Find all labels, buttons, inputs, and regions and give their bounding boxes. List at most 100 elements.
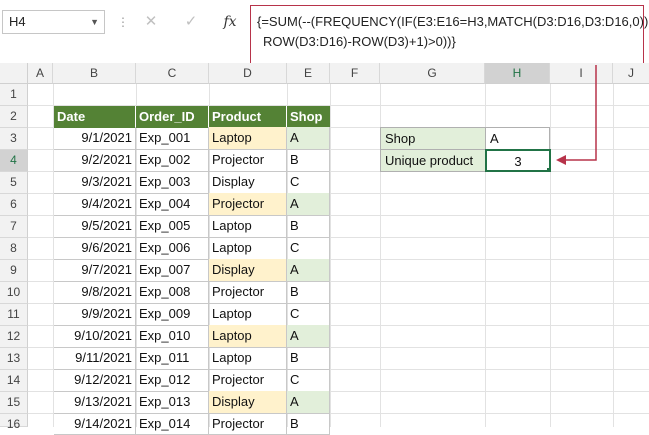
table-cell-product[interactable]: Display [209,171,287,194]
column-header-b[interactable]: B [53,63,136,84]
table-cell-date[interactable]: 9/10/2021 [54,325,136,348]
formula-input[interactable]: {=SUM(--(FREQUENCY(IF(E3:E16=H3,MATCH(D3… [250,5,649,65]
table-cell-shop[interactable]: A [287,259,330,282]
table-cell-id[interactable]: Exp_009 [136,303,209,326]
table-cell-shop[interactable]: A [287,127,330,150]
table-cell-id[interactable]: Exp_010 [136,325,209,348]
column-header-g[interactable]: G [380,63,485,84]
unique-product-value-cell[interactable]: 3 [485,149,551,172]
table-cell-shop[interactable]: C [287,237,330,260]
table-cell-shop[interactable]: B [287,215,330,238]
table-cell-date[interactable]: 9/12/2021 [54,369,136,392]
row-header-12[interactable]: 12 [0,326,28,348]
column-header-j[interactable]: J [613,63,649,84]
table-cell-id[interactable]: Exp_005 [136,215,209,238]
row-header-2[interactable]: 2 [0,106,28,128]
row-header-11[interactable]: 11 [0,304,28,326]
table-cell-shop[interactable]: C [287,369,330,392]
table-cell-date[interactable]: 9/6/2021 [54,237,136,260]
header-order-id[interactable]: Order_ID [136,106,209,128]
insert-function-icon[interactable]: fx [220,12,240,32]
table-cell-product[interactable]: Laptop [209,347,287,370]
table-cell-product[interactable]: Projector [209,281,287,304]
table-cell-shop[interactable]: C [287,171,330,194]
table-cell-product[interactable]: Laptop [209,325,287,348]
row-header-7[interactable]: 7 [0,216,28,238]
column-header-f[interactable]: F [330,63,380,84]
chevron-down-icon[interactable]: ▼ [90,11,99,33]
header-shop[interactable]: Shop [287,106,330,128]
select-all-corner[interactable] [0,63,28,84]
table-cell-shop[interactable]: B [287,413,330,435]
name-box[interactable]: H4 ▼ [2,10,105,34]
column-header-e[interactable]: E [287,63,330,84]
table-cell-shop[interactable]: A [287,325,330,348]
table-cell-product[interactable]: Projector [209,149,287,172]
row-header-16[interactable]: 16 [0,414,28,431]
table-cell-date[interactable]: 9/14/2021 [54,413,136,435]
table-cell-shop[interactable]: B [287,149,330,172]
formula-bar: H4 ▼ ⋮ ✕ ✓ fx {=SUM(--(FREQUENCY(IF(E3:E… [0,0,649,70]
table-cell-id[interactable]: Exp_001 [136,127,209,150]
table-cell-id[interactable]: Exp_011 [136,347,209,370]
table-cell-shop[interactable]: A [287,193,330,216]
row-header-4[interactable]: 4 [0,150,28,172]
formula-line-1: {=SUM(--(FREQUENCY(IF(E3:E16=H3,MATCH(D3… [257,14,649,29]
row-header-10[interactable]: 10 [0,282,28,304]
table-cell-date[interactable]: 9/11/2021 [54,347,136,370]
table-cell-shop[interactable]: B [287,281,330,304]
row-header-1[interactable]: 1 [0,84,28,106]
table-cell-date[interactable]: 9/2/2021 [54,149,136,172]
table-cell-date[interactable]: 9/5/2021 [54,215,136,238]
table-cell-shop[interactable]: B [287,347,330,370]
table-cell-date[interactable]: 9/3/2021 [54,171,136,194]
shop-label[interactable]: Shop [380,127,486,150]
row-header-8[interactable]: 8 [0,238,28,260]
table-cell-date[interactable]: 9/1/2021 [54,127,136,150]
row-header-9[interactable]: 9 [0,260,28,282]
row-header-15[interactable]: 15 [0,392,28,414]
table-cell-id[interactable]: Exp_006 [136,237,209,260]
table-cell-product[interactable]: Projector [209,369,287,392]
table-cell-shop[interactable]: C [287,303,330,326]
row-header-3[interactable]: 3 [0,128,28,150]
table-cell-id[interactable]: Exp_012 [136,369,209,392]
column-header-a[interactable]: A [28,63,53,84]
table-cell-product[interactable]: Display [209,391,287,414]
row-header-5[interactable]: 5 [0,172,28,194]
column-header-c[interactable]: C [136,63,209,84]
table-cell-date[interactable]: 9/8/2021 [54,281,136,304]
table-cell-id[interactable]: Exp_002 [136,149,209,172]
header-product[interactable]: Product [209,106,287,128]
table-cell-product[interactable]: Laptop [209,215,287,238]
unique-product-label[interactable]: Unique product [380,149,486,172]
table-cell-id[interactable]: Exp_003 [136,171,209,194]
table-cell-product[interactable]: Laptop [209,237,287,260]
table-cell-id[interactable]: Exp_013 [136,391,209,414]
table-cell-product[interactable]: Projector [209,193,287,216]
column-header-d[interactable]: D [209,63,287,84]
table-cell-id[interactable]: Exp_014 [136,413,209,435]
table-cell-date[interactable]: 9/4/2021 [54,193,136,216]
header-date[interactable]: Date [54,106,136,128]
table-cell-date[interactable]: 9/9/2021 [54,303,136,326]
fill-handle[interactable] [546,167,549,170]
row-header-13[interactable]: 13 [0,348,28,370]
column-header-i[interactable]: I [550,63,613,84]
table-cell-id[interactable]: Exp_004 [136,193,209,216]
table-cell-product[interactable]: Display [209,259,287,282]
table-cell-product[interactable]: Laptop [209,127,287,150]
column-header-h[interactable]: H [485,63,550,84]
table-cell-product[interactable]: Laptop [209,303,287,326]
table-cell-id[interactable]: Exp_007 [136,259,209,282]
table-cell-date[interactable]: 9/7/2021 [54,259,136,282]
table-cell-date[interactable]: 9/13/2021 [54,391,136,414]
row-header-6[interactable]: 6 [0,194,28,216]
cancel-icon[interactable]: ✕ [143,12,159,32]
row-header-14[interactable]: 14 [0,370,28,392]
table-cell-id[interactable]: Exp_008 [136,281,209,304]
table-cell-product[interactable]: Projector [209,413,287,435]
enter-icon[interactable]: ✓ [183,12,199,32]
shop-value-cell[interactable]: A [485,127,550,150]
table-cell-shop[interactable]: A [287,391,330,414]
